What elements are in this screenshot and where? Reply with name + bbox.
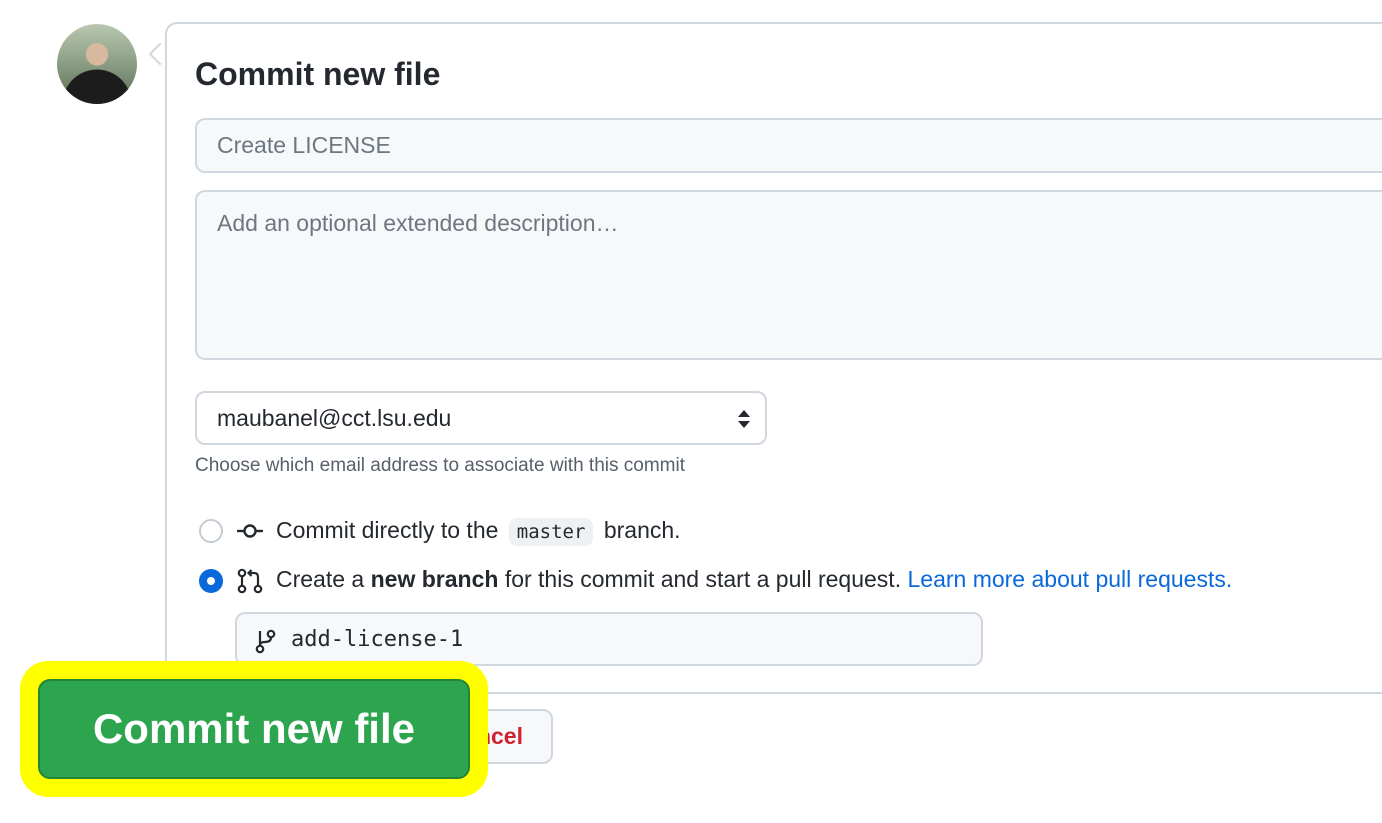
option-direct-suffix: branch. <box>603 517 681 543</box>
learn-more-pull-requests-link[interactable]: Learn more about pull requests. <box>907 566 1232 592</box>
radio-commit-direct[interactable] <box>199 519 223 543</box>
commit-summary-input[interactable] <box>195 118 1382 173</box>
email-hint: Choose which email address to associate … <box>195 455 685 476</box>
radio-new-branch[interactable] <box>199 569 223 593</box>
option-direct-prefix: Commit directly to the <box>276 517 499 543</box>
email-select[interactable]: maubanel@cct.lsu.edu <box>195 391 767 445</box>
select-arrows-icon <box>738 410 750 428</box>
git-commit-icon <box>237 524 263 538</box>
branch-name-input[interactable] <box>291 614 971 664</box>
commit-new-file-button[interactable]: Commit new file <box>38 679 470 779</box>
branch-name-field <box>235 612 983 666</box>
option-commit-direct-label: Commit directly to the master branch. <box>276 517 681 546</box>
page-title: Commit new file <box>195 56 441 92</box>
commit-description-input[interactable] <box>195 190 1382 360</box>
option-new-branch-label: Create a new branch for this commit and … <box>276 566 1232 593</box>
user-avatar[interactable] <box>57 24 137 104</box>
git-pull-request-icon <box>237 568 263 594</box>
email-select-value: maubanel@cct.lsu.edu <box>217 404 452 431</box>
option-new-suffix: for this commit and start a pull request… <box>504 566 902 592</box>
branch-name-code: master <box>508 518 594 546</box>
option-new-prefix: Create a <box>276 566 365 592</box>
git-branch-icon <box>255 629 276 654</box>
option-new-bold: new branch <box>370 566 499 592</box>
